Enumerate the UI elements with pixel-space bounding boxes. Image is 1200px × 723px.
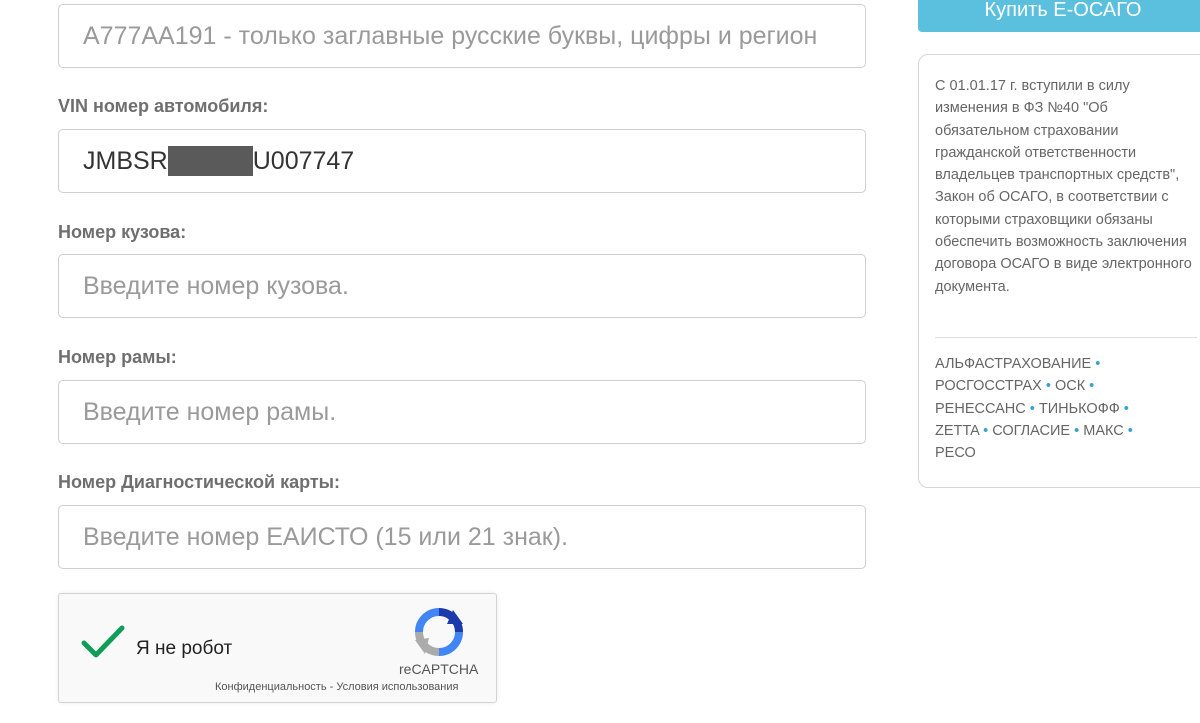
diagnostic-card-input[interactable] [58,505,866,569]
vin-input[interactable]: JMBSR U007747 [58,129,866,193]
divider [935,337,1197,338]
insurer-link[interactable]: АЛЬФАСТРАХОВАНИЕ [935,356,1091,372]
vin-redaction [167,146,253,176]
insurer-link[interactable]: МАКС [1083,423,1124,439]
terms-link[interactable]: Условия использования [336,681,458,693]
insurer-link[interactable]: ОСК [1055,378,1085,394]
bullet: • [1123,400,1129,417]
vin-value-suffix: U007747 [252,146,355,175]
checkmark-icon[interactable] [81,624,125,660]
plate-number-input[interactable] [58,4,866,68]
bullet: • [1029,400,1035,417]
captcha-label: Я не робот [136,638,233,659]
insurer-list: АЛЬФАСТРАХОВАНИЕ • РОСГОССТРАХ • ОСК • Р… [935,353,1197,464]
frame-number-label: Номер рамы: [58,347,177,367]
vin-value-prefix: JMBSR [83,146,168,175]
buy-eosago-button[interactable]: Купить Е-ОСАГО [918,0,1200,32]
insurer-link[interactable]: ТИНЬКОФФ [1039,401,1120,417]
info-text: С 01.01.17 г. вступили в силу изменения … [935,78,1192,295]
captcha-links: Конфиденциальность - Условия использован… [215,681,458,693]
insurer-link[interactable]: РЕНЕССАНС [935,401,1026,417]
bullet: • [1127,422,1133,439]
bullet: • [1045,378,1051,395]
insurer-link[interactable]: РЕСО [935,445,976,461]
recaptcha-logo-icon [415,608,463,656]
insurer-link[interactable]: ZETTA [935,423,979,439]
recaptcha-brand: reCAPTCHA [399,661,479,677]
frame-number-input[interactable] [58,380,866,444]
recaptcha-widget: Я не робот reCAPTCHA Конфиденциальность … [58,593,497,703]
bullet: • [983,422,989,439]
diagnostic-card-label: Номер Диагностической карты: [58,472,341,492]
link-separator: - [326,681,337,693]
osago-form-page: VIN номер автомобиля: JMBSR U007747 Номер… [0,0,1200,723]
info-panel: С 01.01.17 г. вступили в силу изменения … [918,54,1200,488]
insurer-link[interactable]: РОСГОССТРАХ [935,378,1042,394]
body-number-input[interactable] [58,254,866,318]
privacy-link[interactable]: Конфиденциальность [215,681,327,693]
bullet: • [1089,378,1095,395]
bullet: • [1074,422,1080,439]
body-number-label: Номер кузова: [58,222,187,242]
insurer-link[interactable]: СОГЛАСИЕ [992,423,1070,439]
vin-label: VIN номер автомобиля: [58,96,269,116]
bullet: • [1095,356,1101,372]
